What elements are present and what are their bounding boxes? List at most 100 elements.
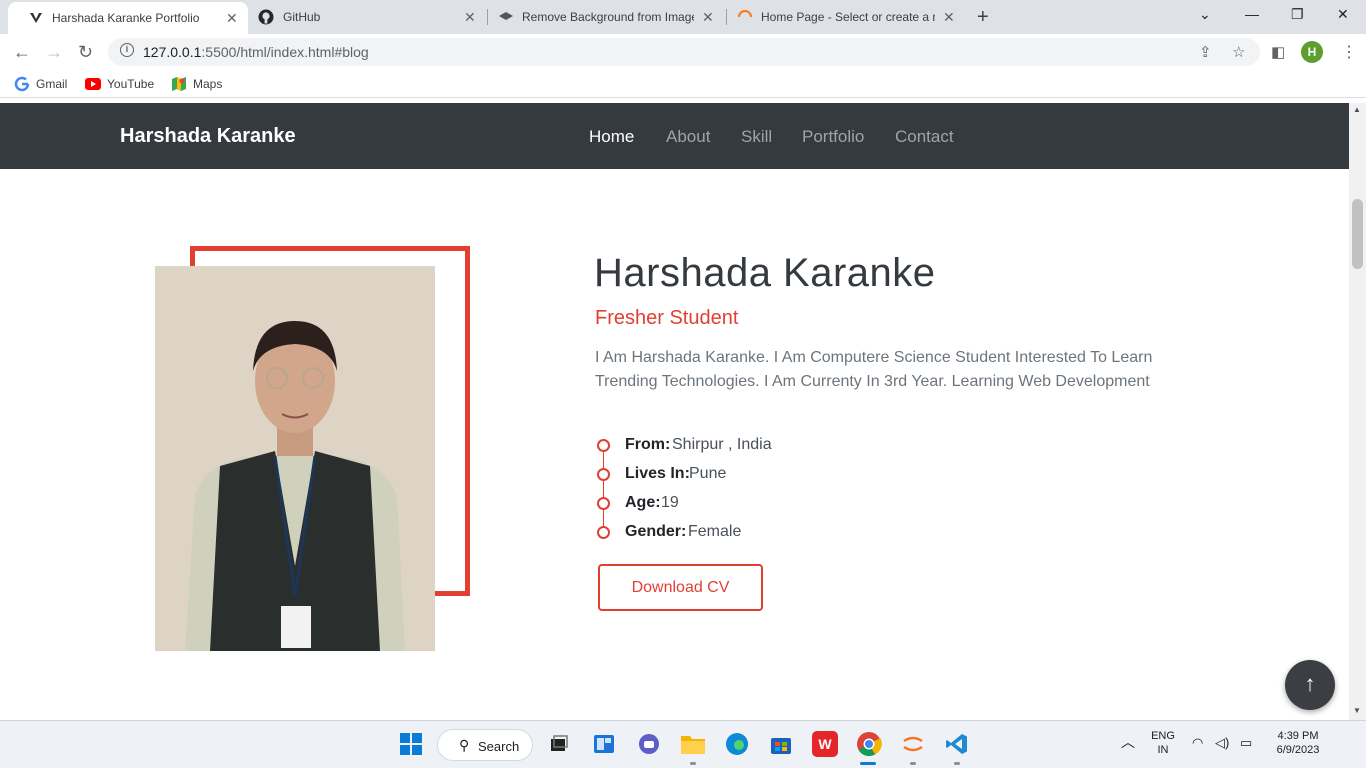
volume-icon[interactable]: ◁) (1215, 736, 1229, 750)
profile-photo (155, 266, 435, 651)
tab-title: Harshada Karanke Portfolio (52, 11, 200, 25)
timeline-dot-icon (597, 468, 610, 481)
new-tab-button[interactable]: + (977, 6, 989, 29)
timeline-dot-icon (597, 439, 610, 452)
v-logo-icon (28, 10, 44, 26)
scroll-up-icon[interactable]: ▲ (1353, 105, 1361, 114)
close-tab-icon[interactable]: ✕ (702, 9, 714, 26)
close-tab-icon[interactable]: ✕ (226, 10, 238, 27)
loading-icon (737, 9, 753, 25)
address-bar[interactable]: i 127.0.0.1:5500/html/index.html#blog ⇪ … (108, 38, 1260, 66)
nav-portfolio[interactable]: Portfolio (802, 127, 864, 147)
restore-icon[interactable]: ❐ (1291, 6, 1304, 23)
language-indicator[interactable]: ENG IN (1149, 729, 1177, 757)
nav-about[interactable]: About (666, 127, 710, 147)
reload-icon[interactable]: ↻ (78, 42, 93, 63)
about-description: I Am Harshada Karanke. I Am Computere Sc… (595, 349, 1153, 390)
page-viewport: Harshada Karanke Home About Skill Portfo… (0, 103, 1349, 720)
minimize-icon[interactable]: — (1245, 6, 1259, 22)
tray-chevron-icon[interactable]: ︿ (1121, 735, 1135, 749)
github-icon (258, 9, 274, 25)
about-name: Harshada Karanke (594, 251, 936, 295)
side-panel-icon[interactable]: ◧ (1271, 43, 1285, 61)
info-key: Age: (625, 494, 661, 511)
windows-taskbar: ⚲ Search W ︿ ENG IN ◠ ◁) ▭ 4:39 PM 6/9/2… (0, 720, 1366, 768)
edge-icon[interactable] (724, 731, 750, 757)
running-indicator (954, 762, 960, 765)
search-label: Search (478, 739, 520, 754)
nav-skill[interactable]: Skill (741, 127, 772, 147)
maps-icon (171, 76, 187, 92)
youtube-icon (85, 76, 101, 92)
scroll-thumb[interactable] (1352, 199, 1363, 269)
search-icon: ⚲ (459, 737, 470, 753)
chrome-icon[interactable] (856, 731, 882, 757)
info-value: Shirpur , India (672, 436, 772, 453)
close-window-icon[interactable]: ✕ (1337, 6, 1349, 23)
clock-date: 6/9/2023 (1276, 744, 1320, 756)
info-value: Female (688, 523, 742, 540)
download-cv-button[interactable]: Download CV (598, 564, 763, 611)
more-menu-icon[interactable]: ⋮ (1341, 42, 1357, 62)
windows-start-icon[interactable] (398, 731, 424, 757)
teams-chat-icon[interactable] (636, 731, 662, 757)
battery-icon[interactable]: ▭ (1240, 736, 1252, 750)
arrow-up-icon: ↑ (1304, 671, 1316, 696)
back-to-top-button[interactable]: ↑ (1285, 660, 1335, 710)
clock-time: 4:39 PM (1277, 730, 1319, 742)
lang-code: ENG (1151, 730, 1175, 742)
timeline-dot-icon (597, 526, 610, 539)
tab-portfolio[interactable]: Harshada Karanke Portfolio ✕ (8, 2, 248, 34)
nav-contact[interactable]: Contact (895, 127, 954, 147)
page-scrollbar[interactable]: ▲ ▼ (1349, 103, 1366, 720)
running-indicator (690, 762, 696, 765)
scroll-down-icon[interactable]: ▼ (1353, 706, 1361, 715)
bookmark-label: Gmail (36, 77, 68, 91)
site-brand[interactable]: Harshada Karanke (120, 125, 296, 148)
timeline-line (603, 445, 604, 531)
tab-title: Home Page - Select or create a n (761, 10, 935, 24)
site-info-icon[interactable]: i (120, 43, 134, 57)
layers-icon (498, 9, 514, 25)
tab-github[interactable]: GitHub ✕ (248, 0, 488, 34)
url-text[interactable]: 127.0.0.1:5500/html/index.html#blog (143, 44, 369, 60)
bookmark-star-icon[interactable]: ☆ (1232, 43, 1245, 61)
tab-home-page[interactable]: Home Page - Select or create a n ✕ (727, 0, 965, 34)
clock[interactable]: 4:39 PM 6/9/2023 (1270, 729, 1326, 757)
browser-toolbar: ← → ↻ i 127.0.0.1:5500/html/index.html#b… (0, 34, 1366, 70)
share-icon[interactable]: ⇪ (1199, 43, 1212, 61)
bookmark-youtube[interactable]: YouTube (85, 76, 154, 92)
bookmark-label: Maps (193, 77, 223, 91)
tab-remove-bg[interactable]: Remove Background from Image ✕ (488, 0, 726, 34)
timeline-dot-icon (597, 497, 610, 510)
info-value: Pune (689, 465, 727, 482)
task-view-icon[interactable] (546, 731, 572, 757)
widgets-icon[interactable] (591, 731, 617, 757)
info-key: Lives In: (625, 465, 690, 482)
taskbar-search[interactable]: ⚲ Search (437, 729, 533, 761)
jupyter-icon[interactable] (900, 731, 926, 757)
close-tab-icon[interactable]: ✕ (464, 9, 476, 26)
back-icon[interactable]: ← (13, 42, 31, 63)
google-icon (14, 76, 30, 92)
bookmark-label: YouTube (107, 77, 155, 91)
bookmark-gmail[interactable]: Gmail (14, 76, 67, 92)
info-key: Gender: (625, 523, 687, 540)
wifi-icon[interactable]: ◠ (1192, 736, 1203, 750)
avatar[interactable]: H (1301, 41, 1323, 63)
vscode-icon[interactable] (944, 731, 970, 757)
store-icon[interactable] (768, 731, 794, 757)
tab-search-chevron-icon[interactable]: ⌄ (1199, 6, 1211, 23)
tab-title: GitHub (283, 10, 321, 24)
info-key: From: (625, 436, 671, 453)
file-explorer-icon[interactable] (680, 731, 706, 757)
active-indicator (860, 762, 876, 765)
bookmark-maps[interactable]: Maps (171, 76, 222, 92)
wps-office-icon[interactable]: W (812, 731, 838, 757)
site-navbar: Harshada Karanke Home About Skill Portfo… (0, 103, 1349, 169)
nav-home[interactable]: Home (589, 127, 634, 147)
forward-icon[interactable]: → (45, 42, 63, 63)
running-indicator (910, 762, 916, 765)
close-tab-icon[interactable]: ✕ (943, 9, 955, 26)
info-value: 19 (661, 494, 679, 511)
